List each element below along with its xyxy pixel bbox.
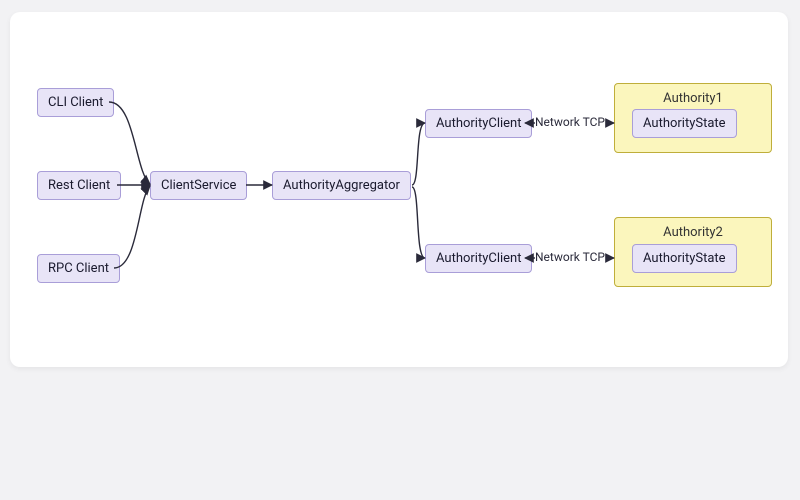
container-title-authority2: Authority2	[615, 225, 771, 240]
node-authority-state-2: AuthorityState	[632, 244, 737, 273]
node-cli-client: CLI Client	[37, 88, 114, 117]
diagram-card: Authority1 Authority2 CLI Client Rest Cl…	[10, 12, 788, 367]
node-authority-client-1: AuthorityClient	[425, 109, 532, 138]
node-authority-state-1: AuthorityState	[632, 109, 737, 138]
node-client-service: ClientService	[150, 171, 247, 200]
edge-label-network-tcp-1: Network TCP	[535, 115, 605, 129]
edge-aggregator-to-authorityclient-1	[412, 123, 425, 185]
node-authority-aggregator: AuthorityAggregator	[272, 171, 411, 200]
edge-aggregator-to-authorityclient-2	[412, 187, 425, 258]
node-rpc-client: RPC Client	[37, 254, 120, 283]
node-authority-client-2: AuthorityClient	[425, 244, 532, 273]
container-title-authority1: Authority1	[615, 91, 771, 106]
node-rest-client: Rest Client	[37, 171, 121, 200]
edge-label-network-tcp-2: Network TCP	[535, 250, 605, 264]
